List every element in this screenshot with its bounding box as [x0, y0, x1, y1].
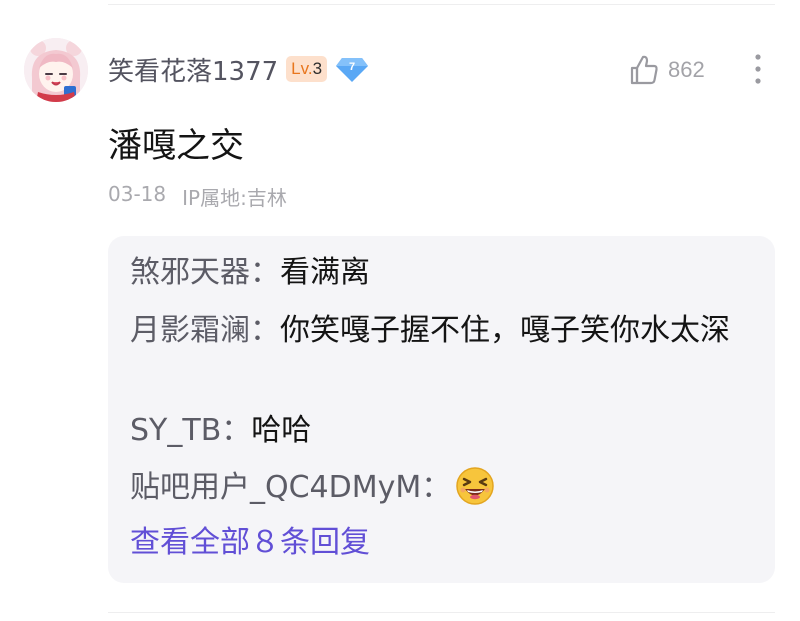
reply-separator: ： — [250, 255, 280, 290]
top-divider — [108, 4, 775, 5]
level-prefix: Lv. — [291, 59, 313, 78]
reply-separator: ： — [421, 470, 452, 505]
view-all-replies-link[interactable]: 查看全部８条回复 — [130, 520, 370, 566]
reply-item[interactable]: 煞邪天器：看满离 — [130, 250, 760, 296]
reply-separator: ： — [250, 313, 280, 348]
level-number: 3 — [312, 59, 323, 78]
reply-item[interactable]: 月影霜澜：你笑嘎子握不住，嘎子笑你水太深 — [130, 308, 760, 354]
comment-text: 潘嘎之交 — [108, 126, 244, 166]
reply-item[interactable]: 贴吧用户_QC4DMyM： — [130, 465, 760, 511]
reply-text: 看满离 — [280, 255, 370, 290]
avatar[interactable] — [24, 38, 88, 102]
thumbs-up-icon — [630, 55, 658, 85]
comment-date: 03-18 — [108, 182, 167, 206]
reply-author[interactable]: SY_TB — [130, 413, 221, 448]
grinning-squint-emoji-icon — [456, 467, 495, 505]
member-rank: 7 — [349, 61, 355, 73]
comment-header: 笑看花落1377 Lv.3 7 — [108, 46, 369, 92]
reply-separator: ： — [221, 413, 252, 448]
like-button[interactable]: 862 — [630, 52, 705, 88]
reply-text: 哈哈 — [251, 413, 312, 448]
reply-author[interactable]: 贴吧用户_QC4DMyM — [130, 470, 421, 505]
more-options-icon[interactable] — [748, 52, 768, 86]
reply-author[interactable]: 月影霜澜 — [130, 313, 250, 348]
comment-meta: 03-18 IP属地:吉林 — [108, 182, 287, 211]
avatar-image — [24, 38, 88, 102]
diamond-member-icon: 7 — [336, 58, 369, 82]
reply-author[interactable]: 煞邪天器 — [130, 255, 250, 290]
username[interactable]: 笑看花落1377 — [108, 51, 278, 88]
like-count: 862 — [668, 57, 705, 82]
comment-page: 笑看花落1377 Lv.3 7 862 潘嘎之交 03-18 IP属地:吉林 煞… — [0, 0, 800, 621]
reply-text: 你笑嘎子握不住，嘎子笑你水太深 — [280, 313, 730, 348]
level-badge: Lv.3 — [286, 56, 328, 82]
reply-item[interactable]: SY_TB：哈哈 — [130, 408, 760, 454]
ip-location: IP属地:吉林 — [182, 186, 287, 210]
replies-box[interactable]: 煞邪天器：看满离 月影霜澜：你笑嘎子握不住，嘎子笑你水太深 SY_TB：哈哈 贴… — [108, 236, 775, 583]
bottom-divider — [108, 612, 775, 613]
